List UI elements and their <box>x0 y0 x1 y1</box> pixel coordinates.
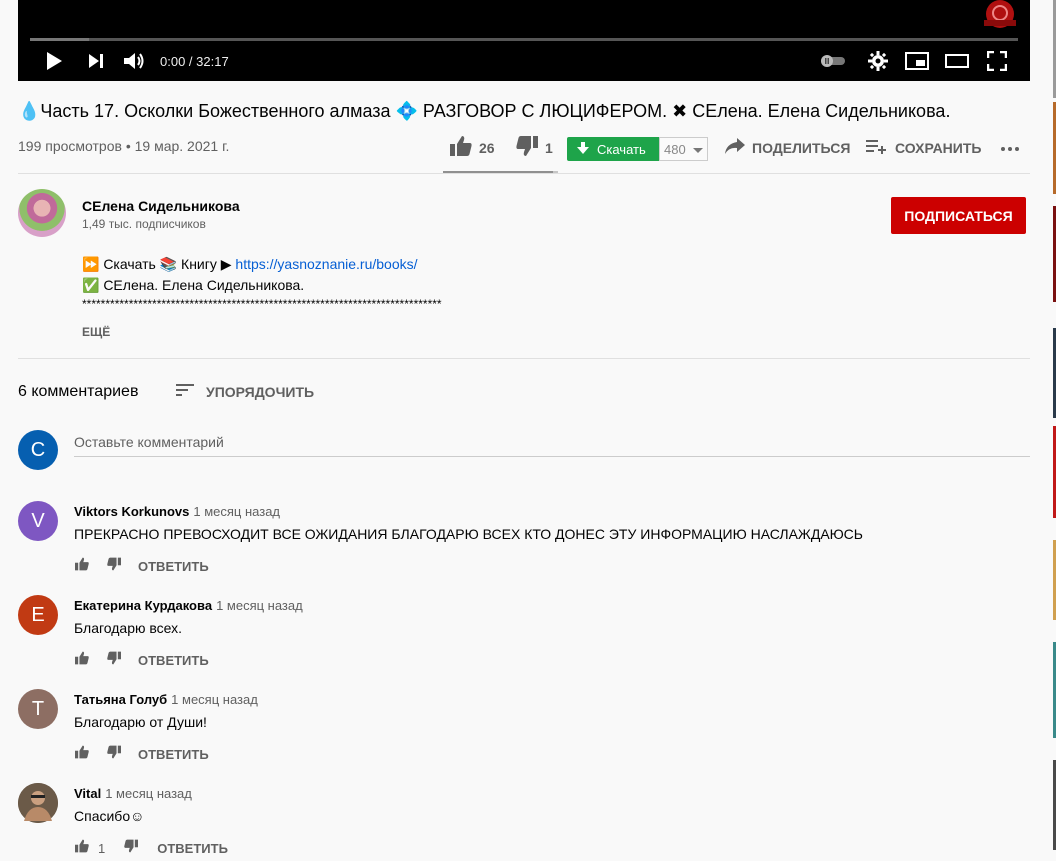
comment-author[interactable]: Екатерина Курдакова <box>74 598 212 613</box>
comment-time[interactable]: 1 месяц назад <box>193 504 280 519</box>
commenter-avatar[interactable]: Т <box>18 689 58 729</box>
commenter-avatar[interactable]: V <box>18 501 58 541</box>
comment-dislike-thumbs-down-icon[interactable] <box>106 557 122 576</box>
comment-toolbar: 1 ОТВЕТИТЬ <box>74 838 228 858</box>
subscribe-button[interactable]: ПОДПИСАТЬСЯ <box>891 197 1026 234</box>
divider <box>18 358 1030 359</box>
comment-item: Т Татьяна Голуб 1 месяц назад Благодарю от … <box>18 689 1030 779</box>
video-player[interactable]: 0:00 / 32:17 <box>18 0 1030 81</box>
description-line-1: ⏩ Скачать 📚 Книгу ▶ https://yasnoznanie.… <box>82 256 418 273</box>
comment-dislike-thumbs-down-icon[interactable] <box>106 651 122 670</box>
comment-time[interactable]: 1 месяц назад <box>171 692 258 707</box>
more-actions-button[interactable] <box>1000 134 1020 162</box>
add-comment-input[interactable]: Оставьте комментарий <box>74 434 1030 457</box>
next-icon[interactable] <box>84 50 108 72</box>
description-download-text: ⏩ Скачать 📚 Книгу ▶ <box>82 256 236 272</box>
thumbs-down-icon <box>515 135 539 162</box>
channel-name[interactable]: СЕлена Сидельникова <box>82 198 240 214</box>
theater-mode-icon[interactable] <box>944 50 970 72</box>
reply-button[interactable]: ОТВЕТИТЬ <box>138 653 209 668</box>
avatar-initial: V <box>31 509 45 532</box>
sort-icon <box>176 383 194 402</box>
save-label: СОХРАНИТЬ <box>895 140 982 156</box>
comment-item: Е Екатерина Курдакова 1 месяц назад Благода… <box>18 595 1030 685</box>
comment-author-line: Vital 1 месяц назад <box>74 786 192 801</box>
share-button[interactable]: ПОДЕЛИТЬСЯ <box>724 134 850 162</box>
download-arrow-icon <box>577 141 589 157</box>
my-avatar: C <box>18 430 58 470</box>
description-line-3: ****************************************… <box>82 297 442 311</box>
progress-played <box>30 38 90 41</box>
autoplay-toggle-icon[interactable] <box>818 50 848 72</box>
save-button[interactable]: СОХРАНИТЬ <box>865 134 981 162</box>
comment-text: Спасибо☺ <box>74 808 145 824</box>
caret-down-icon <box>693 148 703 153</box>
comment-text: ПРЕКРАСНО ПРЕВОСХОДИТ ВСЕ ОЖИДАНИЯ БЛАГО… <box>74 526 863 542</box>
comment-author[interactable]: Vital <box>74 786 101 801</box>
player-controls: 0:00 / 32:17 <box>18 46 1030 76</box>
download-button[interactable]: Скачать <box>567 137 659 161</box>
sort-label: УПОРЯДОЧИТЬ <box>206 384 315 400</box>
comment-text: Благодарю всех. <box>74 620 183 636</box>
books-link[interactable]: https://yasnoznanie.ru/books/ <box>235 256 417 272</box>
video-title: 💧Часть 17. Осколки Божественного алмаза … <box>18 101 951 121</box>
thumbs-up-icon <box>449 135 473 162</box>
reply-button[interactable]: ОТВЕТИТЬ <box>138 559 209 574</box>
more-dots-icon <box>1000 139 1020 157</box>
share-arrow-icon <box>724 137 746 160</box>
comment-toolbar: ОТВЕТИТЬ <box>74 650 209 670</box>
channel-watermark-logo[interactable] <box>984 0 1016 28</box>
avatar-initial: Е <box>31 603 45 626</box>
download-label: Скачать <box>597 141 646 157</box>
comment-item: V Viktors Korkunovs 1 месяц назад ПРЕКРАСНО… <box>18 501 1030 591</box>
share-label: ПОДЕЛИТЬСЯ <box>752 140 851 156</box>
avatar-photo <box>18 783 58 823</box>
comment-like-thumbs-up-icon[interactable] <box>74 745 90 764</box>
comment-dislike-thumbs-down-icon[interactable] <box>123 839 139 858</box>
time-display: 0:00 / 32:17 <box>160 54 229 69</box>
progress-bar[interactable] <box>30 38 1018 41</box>
fullscreen-icon[interactable] <box>986 50 1008 72</box>
comment-author-line: Viktors Korkunovs 1 месяц назад <box>74 504 280 519</box>
comment-like-thumbs-up-icon[interactable] <box>74 651 90 670</box>
miniplayer-icon[interactable] <box>904 50 930 72</box>
comment-like-thumbs-up-icon[interactable] <box>74 557 90 576</box>
show-more-button[interactable]: ЕЩЁ <box>82 325 110 339</box>
quality-value: 480 <box>664 141 686 157</box>
comment-text: Благодарю от Души! <box>74 714 207 730</box>
sort-button[interactable]: УПОРЯДОЧИТЬ <box>176 383 314 401</box>
comment-item: Vital 1 месяц назад Спасибо☺ 1 ОТВЕТИТЬ <box>18 783 1030 861</box>
comment-like-count: 1 <box>98 840 106 856</box>
comment-time[interactable]: 1 месяц назад <box>105 786 192 801</box>
volume-icon[interactable] <box>122 50 148 72</box>
playlist-add-icon <box>865 137 887 160</box>
subscriber-count: 1,49 тыс. подписчиков <box>82 217 206 231</box>
divider <box>18 173 1030 174</box>
settings-gear-icon[interactable] <box>866 50 890 72</box>
description-line-2: ✅ СЕлена. Елена Сидельникова. <box>82 277 305 293</box>
reply-button[interactable]: ОТВЕТИТЬ <box>138 747 209 762</box>
video-meta: 199 просмотров • 19 мар. 2021 г. <box>18 138 230 154</box>
comment-toolbar: ОТВЕТИТЬ <box>74 556 209 576</box>
reply-button[interactable]: ОТВЕТИТЬ <box>157 841 228 856</box>
like-count: 26 <box>479 140 495 156</box>
comment-like-thumbs-up-icon[interactable] <box>74 839 90 858</box>
play-icon[interactable] <box>42 50 66 72</box>
like-button[interactable]: 26 <box>449 134 495 162</box>
quality-select[interactable]: 480 <box>659 137 708 161</box>
comment-dislike-thumbs-down-icon[interactable] <box>106 745 122 764</box>
commenter-avatar[interactable] <box>18 783 58 823</box>
comment-toolbar: ОТВЕТИТЬ <box>74 744 209 764</box>
commenter-avatar[interactable]: Е <box>18 595 58 635</box>
dislike-button[interactable]: 1 <box>515 134 553 162</box>
avatar-initial: Т <box>31 697 45 720</box>
comment-count: 6 комментариев <box>18 383 139 400</box>
comment-author[interactable]: Татьяна Голуб <box>74 692 167 707</box>
channel-avatar[interactable] <box>18 189 66 237</box>
comment-time[interactable]: 1 месяц назад <box>216 598 303 613</box>
comment-author-line: Татьяна Голуб 1 месяц назад <box>74 692 258 707</box>
comment-author[interactable]: Viktors Korkunovs <box>74 504 189 519</box>
comment-author-line: Екатерина Курдакова 1 месяц назад <box>74 598 303 613</box>
dislike-count: 1 <box>545 140 553 156</box>
